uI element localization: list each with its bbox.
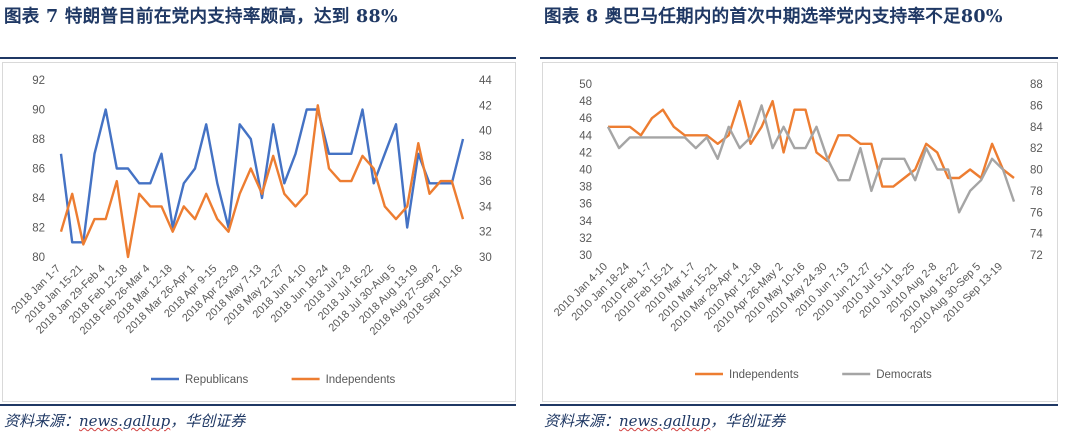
legend-label-republicans: Republicans — [185, 374, 249, 386]
y-left-tick-label: 44 — [579, 130, 592, 142]
chart-republicans-independents-2018: 8082848688909230323436384042442018 Jan 1… — [9, 75, 492, 386]
source-brand: news.gallup — [619, 412, 711, 430]
y-left-tick-label: 36 — [579, 199, 592, 211]
y-right-tick-label: 78 — [1030, 186, 1043, 198]
y-left-tick-label: 80 — [32, 252, 45, 264]
source-note: 资料来源：news.gallup，华创证券 — [4, 410, 245, 431]
source-tail: ，华创证券 — [710, 412, 786, 430]
y-right-tick-label: 34 — [479, 201, 492, 213]
y-left-tick-label: 88 — [32, 134, 45, 146]
legend-label-democrats: Democrats — [876, 369, 932, 381]
y-right-tick-label: 44 — [479, 75, 492, 87]
y-right-tick-label: 38 — [479, 151, 492, 163]
title-rule — [0, 57, 516, 59]
y-left-tick-label: 84 — [32, 193, 45, 205]
y-right-tick-label: 82 — [1030, 143, 1043, 155]
source-brand: news.gallup — [79, 412, 171, 430]
y-left-tick-label: 30 — [579, 250, 592, 262]
y-left-tick-label: 34 — [579, 216, 592, 228]
y-right-tick-label: 84 — [1030, 122, 1043, 134]
chart-frame: 30 32 34 36 38 40 42 44 46 48 50 72 74 76 78 80 82 84 86 88… — [542, 62, 1058, 402]
series-line-republicans — [59, 108, 465, 244]
series-line-independents — [608, 99, 1015, 188]
source-rule — [540, 404, 1058, 406]
y-left-tick-label: 46 — [579, 113, 592, 125]
y-left-tick-label: 32 — [579, 233, 592, 245]
legend-label-independents: Independents — [326, 374, 396, 386]
y-right-tick-label: 74 — [1030, 229, 1043, 241]
title-rule — [540, 57, 1058, 59]
y-left-tick-label: 42 — [579, 147, 592, 159]
y-left-tick-label: 50 — [579, 79, 592, 91]
source-rule — [0, 404, 516, 406]
y-left-tick-label: 40 — [579, 165, 592, 177]
source-label: 资料来源： — [544, 412, 620, 430]
y-right-tick-label: 30 — [479, 252, 492, 264]
figure-title: 图表 8 奥巴马任期内的首次中期选举党内支持率不足80% — [544, 7, 1003, 27]
y-right-tick-label: 88 — [1030, 79, 1043, 91]
chart-frame: 80 82 84 86 88 90 92 30 32 34 36 38 40 42 44 2018 Jan 1… — [2, 62, 516, 402]
legend-label-independents: Independents — [729, 369, 799, 381]
y-right-tick-label: 36 — [479, 176, 492, 188]
source-tail: ，华创证券 — [170, 412, 246, 430]
y-right-tick-label: 80 — [1030, 165, 1043, 177]
y-right-tick-label: 76 — [1030, 207, 1043, 219]
y-left-tick-label: 92 — [32, 75, 45, 87]
series-line-democrats — [606, 104, 1016, 214]
y-left-tick-label: 86 — [32, 164, 45, 176]
y-left-tick-label: 82 — [32, 223, 45, 235]
y-right-tick-label: 86 — [1030, 100, 1043, 112]
y-left-tick-label: 48 — [579, 96, 592, 108]
y-right-tick-label: 72 — [1030, 250, 1043, 262]
y-left-tick-label: 90 — [32, 105, 45, 117]
figure-title: 图表 7 特朗普目前在党内支持率颇高，达到 88% — [4, 7, 398, 27]
y-right-tick-label: 32 — [479, 227, 492, 239]
chart-independents-democrats-2010: 30 32 34 36 38 40 42 44 46 48 50 72 74 76 78 80 82 84 86 88… — [552, 79, 1044, 381]
source-label: 资料来源： — [4, 412, 80, 430]
y-right-tick-label: 42 — [479, 100, 492, 112]
y-left-tick-label: 38 — [579, 182, 592, 194]
source-note: 资料来源：news.gallup，华创证券 — [544, 410, 785, 431]
y-right-tick-label: 40 — [479, 126, 492, 138]
